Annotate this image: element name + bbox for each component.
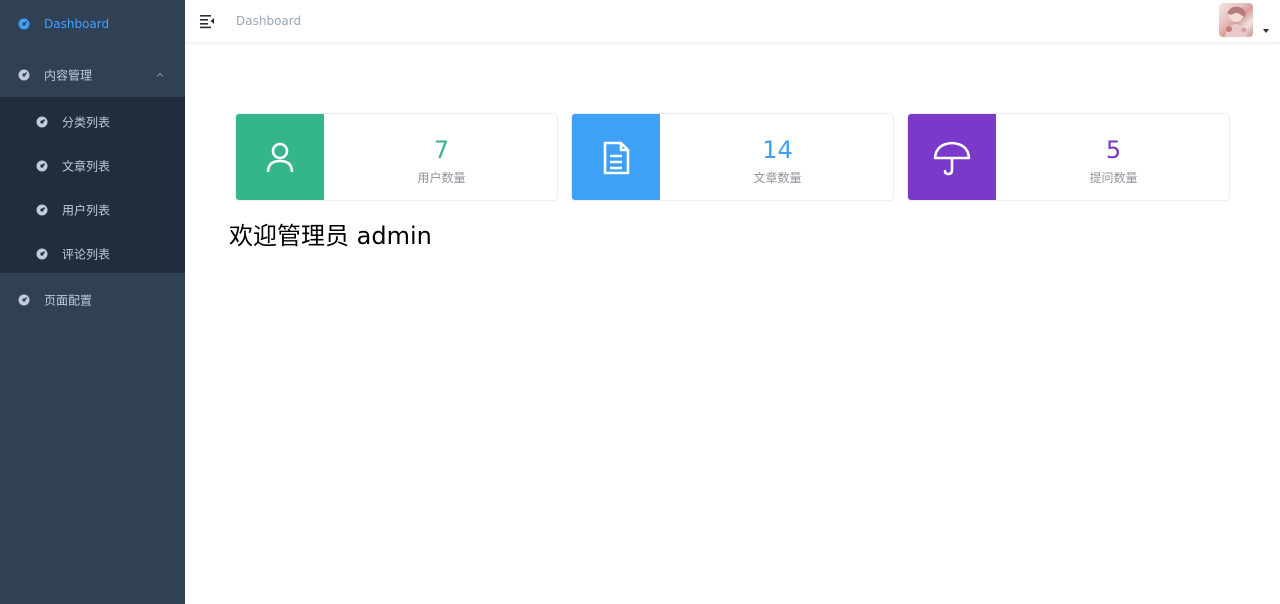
- sidebar-item-content-management[interactable]: 内容管理: [0, 51, 185, 99]
- sidebar-item-label: 用户列表: [62, 203, 111, 218]
- stat-card-users: 7 用户数量: [235, 113, 558, 201]
- sidebar-item-label: 评论列表: [62, 247, 111, 262]
- stat-label: 提问数量: [1089, 171, 1138, 185]
- dashboard-icon: [18, 69, 30, 81]
- sidebar-item-article-list[interactable]: 文章列表: [0, 144, 185, 188]
- top-navbar: Dashboard: [185, 0, 1280, 43]
- user-icon: [266, 142, 294, 173]
- sidebar-item-category-list[interactable]: 分类列表: [0, 100, 185, 144]
- sidebar-item-page-config[interactable]: 页面配置: [0, 276, 185, 324]
- dashboard-icon: [36, 160, 48, 172]
- submenu: 分类列表 文章列表 用户列表 评论列表: [0, 97, 185, 273]
- document-icon: [603, 141, 630, 175]
- sidebar-item-label: 内容管理: [44, 68, 93, 83]
- hamburger-icon[interactable]: [199, 13, 215, 29]
- card-icon-box: [572, 114, 660, 200]
- umbrella-icon: [933, 141, 971, 176]
- avatar-image: [1225, 6, 1247, 37]
- avatar[interactable]: [1219, 3, 1253, 37]
- stat-value: 7: [433, 136, 450, 164]
- chevron-up-icon: [156, 72, 164, 77]
- welcome-heading: 欢迎管理员 admin: [229, 222, 432, 250]
- sidebar-item-label: 文章列表: [62, 159, 111, 174]
- caret-down-icon[interactable]: [1263, 29, 1269, 33]
- sidebar-item-label: 分类列表: [62, 115, 111, 130]
- dashboard-icon: [36, 204, 48, 216]
- breadcrumb: Dashboard: [236, 14, 302, 28]
- card-icon-box: [236, 114, 324, 200]
- card-icon-box: [908, 114, 996, 200]
- dashboard-icon: [18, 18, 30, 30]
- dashboard-icon: [18, 294, 30, 306]
- sidebar-item-user-list[interactable]: 用户列表: [0, 188, 185, 232]
- sidebar-item-comment-list[interactable]: 评论列表: [0, 232, 185, 276]
- stat-value: 5: [1105, 136, 1122, 164]
- stat-label: 文章数量: [753, 171, 802, 185]
- sidebar-item-label: Dashboard: [44, 17, 110, 31]
- sidebar-item-label: 页面配置: [44, 293, 93, 308]
- stat-label: 用户数量: [417, 171, 466, 185]
- sidebar: Dashboard 内容管理 分类列表 文章列表 用户列表 评论列表 页面配置: [0, 0, 185, 604]
- stat-card-articles: 14 文章数量: [571, 113, 894, 201]
- sidebar-item-dashboard[interactable]: Dashboard: [0, 0, 185, 48]
- dashboard-icon: [36, 116, 48, 128]
- stat-card-questions: 5 提问数量: [907, 113, 1230, 201]
- dashboard-icon: [36, 248, 48, 260]
- stat-value: 14: [762, 136, 793, 164]
